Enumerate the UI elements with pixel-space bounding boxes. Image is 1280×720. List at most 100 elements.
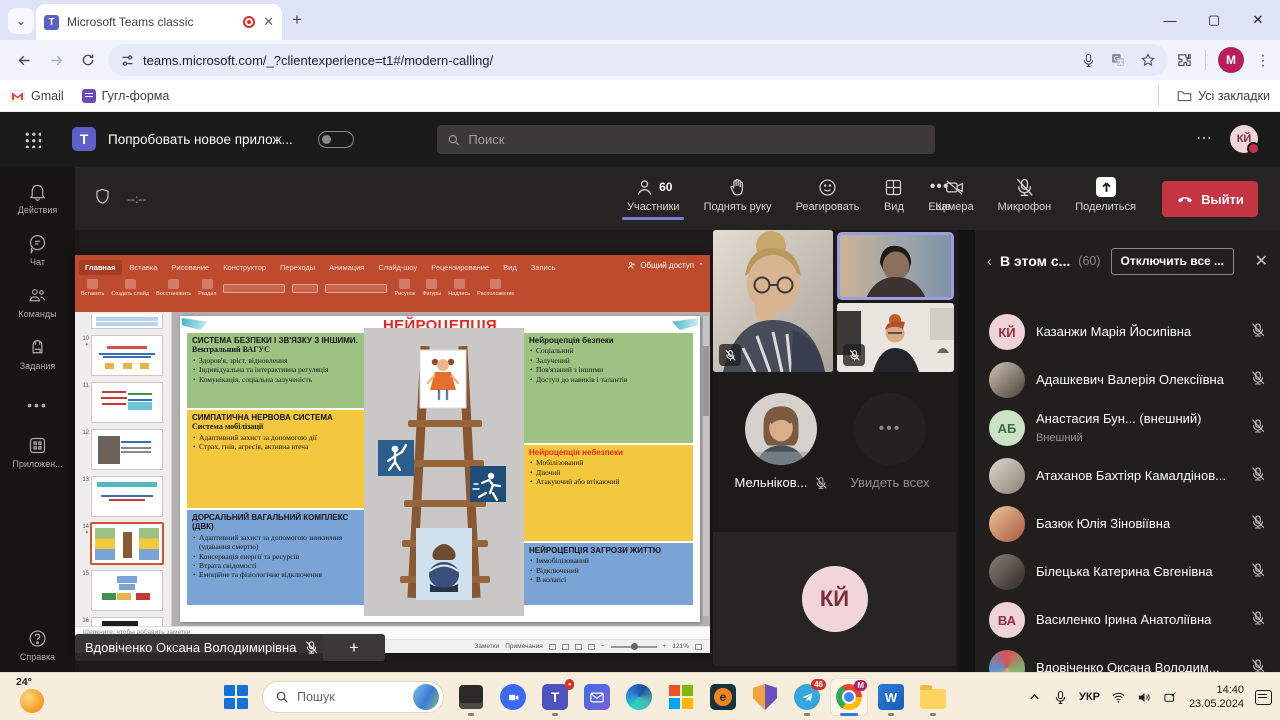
new-tab-button[interactable]: +	[292, 10, 302, 30]
participant-mic-muted-icon[interactable]	[1250, 658, 1266, 673]
participant-mic-muted-icon[interactable]	[1250, 322, 1266, 343]
taskbar-explorer-icon[interactable]	[914, 678, 952, 716]
tray-mic-icon[interactable]	[1053, 690, 1068, 705]
volume-icon[interactable]	[1137, 690, 1152, 705]
participant-mic-muted-icon[interactable]	[1250, 562, 1266, 583]
browser-profile-avatar[interactable]: M	[1218, 47, 1244, 73]
teams-profile-avatar[interactable]: КЙ	[1230, 125, 1258, 153]
taskbar-store-icon[interactable]	[662, 678, 700, 716]
maximize-button[interactable]: ▢	[1192, 0, 1236, 40]
bookmark-google-form[interactable]: Гугл-форма	[82, 89, 170, 103]
tab-search-button[interactable]: ⌄	[8, 8, 34, 34]
divider	[1205, 50, 1206, 70]
language-indicator[interactable]: УКР	[1079, 691, 1100, 703]
participant-mic-muted-icon[interactable]	[1250, 418, 1266, 439]
notification-center-icon[interactable]	[1255, 690, 1272, 705]
panel-close-icon[interactable]: ✕	[1255, 251, 1268, 271]
taskbar-search-input[interactable]	[297, 690, 397, 704]
view-reading-icon	[575, 644, 582, 650]
site-settings-icon[interactable]	[120, 53, 135, 68]
participant-mic-muted-icon[interactable]	[1250, 610, 1266, 631]
view-button[interactable]: Вид	[871, 175, 916, 213]
raise-hand-button[interactable]: Поднять руку	[692, 175, 784, 213]
all-bookmarks-button[interactable]: Усі закладки	[1177, 89, 1270, 103]
sidebar-item-teams[interactable]: Команды	[0, 285, 75, 319]
app-launcher-icon[interactable]	[24, 131, 41, 148]
search-icon	[447, 133, 460, 147]
taskbar-word-icon[interactable]: W	[872, 678, 910, 716]
taskbar-security-icon[interactable]	[746, 678, 784, 716]
panel-back-icon[interactable]: ‹	[987, 253, 992, 270]
translate-icon[interactable]: G	[1110, 52, 1126, 68]
participant-row[interactable]: ВА Василенко Ірина Анатоліївна	[975, 596, 1280, 644]
tab-close-icon[interactable]: ✕	[263, 14, 274, 30]
taskbar-eset-icon[interactable]: e	[704, 678, 742, 716]
new-teams-toggle[interactable]	[318, 131, 354, 148]
sidebar-item-assignments[interactable]: Задания	[0, 337, 75, 371]
browser-tab[interactable]: T Microsoft Teams classic ✕	[36, 4, 282, 40]
participant-row[interactable]: Білецька Катерина Євгенівна	[975, 548, 1280, 596]
participant-row[interactable]: Атаханов Бахтіяр Камалдінов...	[975, 452, 1280, 500]
participant-row[interactable]: КЙ Казанжи Марія Йосипівна	[975, 308, 1280, 356]
sidebar-more-icon[interactable]: •••	[0, 397, 75, 413]
participant-row[interactable]: Адашкевич Валерія Олексіївна	[975, 356, 1280, 404]
slide-thumbnail-partial	[91, 314, 163, 329]
weather-widget[interactable]: 24°	[8, 675, 64, 719]
sidebar-item-activity[interactable]: Действия	[0, 181, 75, 215]
browser-menu-icon[interactable]: ⋮	[1256, 52, 1270, 69]
forward-icon[interactable]	[40, 44, 72, 76]
extensions-icon[interactable]	[1176, 52, 1193, 69]
teams-more-icon[interactable]: ⋯	[1196, 128, 1214, 148]
pen-icon[interactable]	[1163, 690, 1178, 705]
see-all-button[interactable]: •••	[854, 393, 926, 465]
minimize-button[interactable]: —	[1148, 0, 1192, 40]
teams-search-input[interactable]	[468, 132, 925, 147]
participant-mic-muted-icon[interactable]	[1250, 466, 1266, 487]
bookmark-gmail[interactable]: Gmail	[10, 89, 64, 103]
security-shield-icon[interactable]	[93, 187, 112, 211]
back-icon[interactable]	[8, 44, 40, 76]
taskbar-clock[interactable]: 14:40 23.05.2024	[1189, 683, 1244, 712]
start-button[interactable]	[224, 685, 248, 709]
sidebar-item-chat[interactable]: Чат	[0, 233, 75, 267]
participant-row[interactable]: Вдовіченко Оксана Володим...	[975, 644, 1280, 672]
tray-expand-icon[interactable]	[1027, 690, 1042, 705]
zoom-in-share-button[interactable]: +	[323, 634, 385, 661]
block-bullets: Адаптивний захист за допомогою діїСтрах,…	[192, 433, 360, 452]
voice-search-icon[interactable]	[1081, 53, 1096, 68]
microphone-button[interactable]: Микрофон	[986, 175, 1064, 213]
taskbar-meet-app-icon[interactable]	[494, 678, 532, 716]
participant-row[interactable]: АБ Анастасия Бун... (внешний) Внешний	[975, 404, 1280, 452]
close-window-button[interactable]: ✕	[1236, 0, 1280, 40]
participant-avatar: ВА	[989, 602, 1025, 638]
share-button[interactable]: Поделиться	[1063, 175, 1148, 213]
video-tile-2-active-speaker[interactable]	[837, 232, 954, 300]
react-button[interactable]: Реагировать	[784, 175, 872, 213]
taskbar-app-window[interactable]	[452, 678, 490, 716]
taskbar-chrome-icon[interactable]: M	[830, 678, 868, 716]
sidebar-item-help[interactable]: Справка	[0, 628, 75, 662]
participant-mic-muted-icon[interactable]	[1250, 370, 1266, 391]
reload-icon[interactable]	[72, 44, 104, 76]
participant-row[interactable]: Базюк Юлія Зіновіївна	[975, 500, 1280, 548]
bookmark-star-icon[interactable]	[1140, 52, 1156, 68]
participant-avatar-photo[interactable]	[745, 393, 817, 465]
teams-search-box[interactable]	[437, 125, 935, 154]
leave-call-button[interactable]: Выйти	[1162, 181, 1258, 217]
mute-all-button[interactable]: Отключить все ...	[1111, 248, 1234, 275]
animation-star-icon: ✦	[77, 342, 89, 348]
self-video-tile[interactable]: КЙ	[713, 532, 956, 666]
taskbar-telegram-icon[interactable]: 46	[788, 678, 826, 716]
address-bar[interactable]: teams.microsoft.com/_?clientexperience=t…	[108, 44, 1168, 76]
wifi-icon[interactable]	[1111, 690, 1126, 705]
taskbar-edge-icon[interactable]	[620, 678, 658, 716]
taskbar-search[interactable]	[262, 681, 444, 713]
sidebar-item-apps[interactable]: Приложен...	[0, 435, 75, 469]
video-tile-1[interactable]	[713, 230, 833, 372]
taskbar-teams-icon[interactable]: T•	[536, 678, 574, 716]
participant-mic-muted-icon[interactable]	[1250, 514, 1266, 535]
taskbar-mail-icon[interactable]	[578, 678, 616, 716]
participants-button[interactable]: 60 Участники	[615, 175, 692, 213]
camera-button[interactable]: Камера	[923, 175, 985, 213]
video-tile-3[interactable]	[837, 303, 954, 372]
